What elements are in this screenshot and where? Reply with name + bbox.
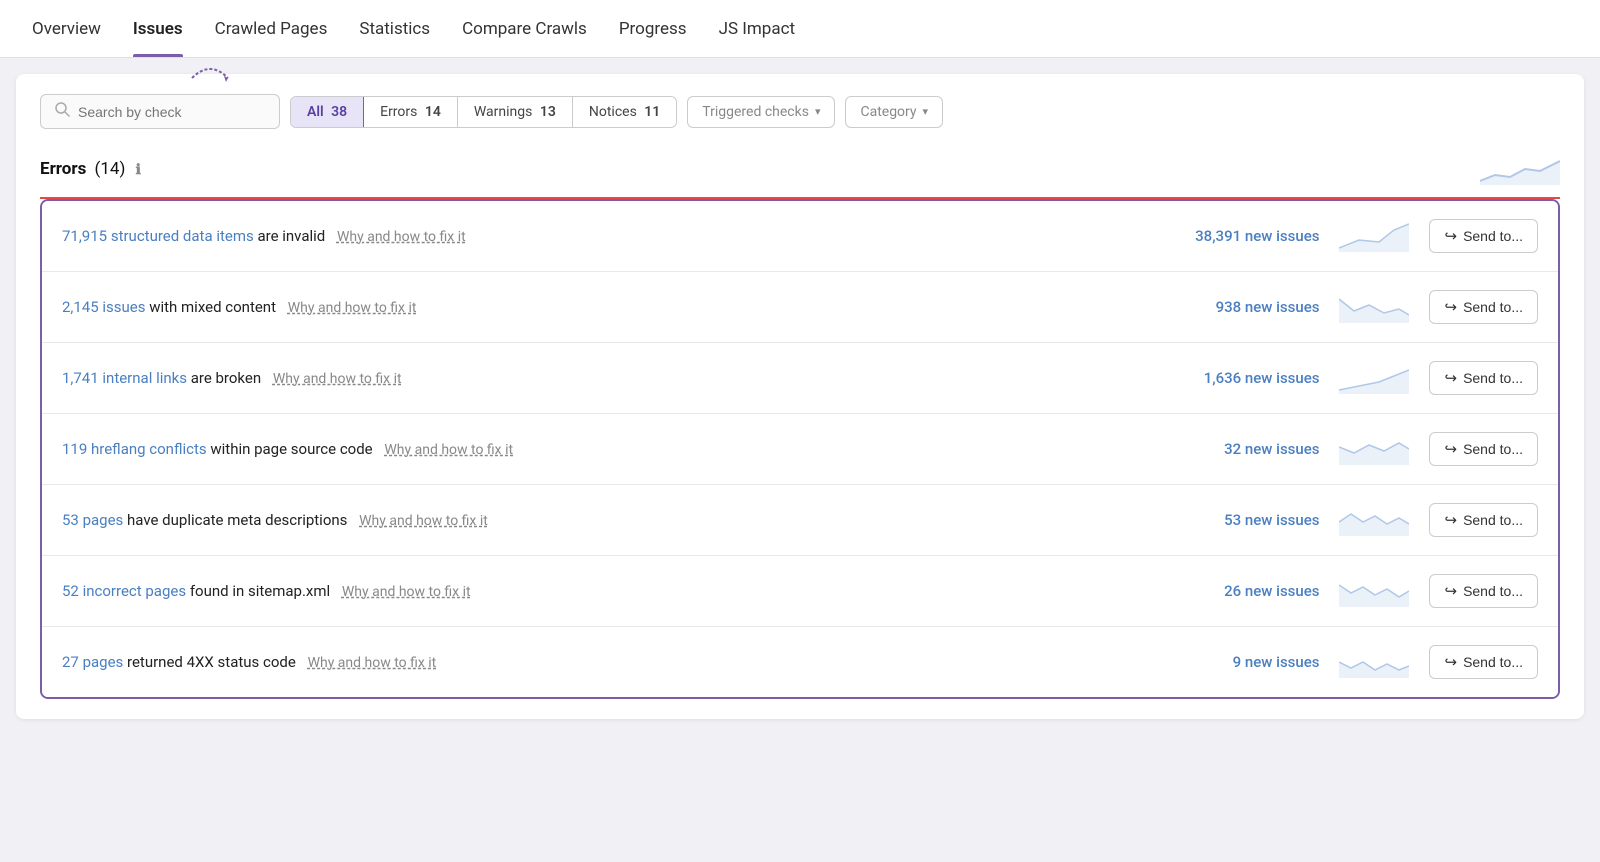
- table-row: 52 incorrect pages found in sitemap.xml …: [42, 556, 1558, 627]
- nav-progress[interactable]: Progress: [619, 1, 687, 57]
- errors-section-header: Errors (14) ℹ: [40, 153, 1560, 199]
- send-icon: ↪: [1444, 511, 1457, 529]
- nav-statistics[interactable]: Statistics: [359, 1, 430, 57]
- trend-chart-internal-links: [1339, 362, 1409, 394]
- fix-link-sitemap[interactable]: Why and how to fix it: [342, 584, 471, 600]
- errors-title: Errors (14) ℹ: [40, 159, 141, 179]
- fix-link-internal-links[interactable]: Why and how to fix it: [273, 371, 402, 387]
- issue-link-internal-links[interactable]: 1,741 internal links: [62, 369, 187, 387]
- new-issues-count: 9 new issues: [1179, 653, 1319, 671]
- send-button-hreflang[interactable]: ↪ Send to...: [1429, 432, 1538, 466]
- nav-swipe-arrow: [188, 60, 232, 82]
- triggered-checks-dropdown[interactable]: Triggered checks ▾: [687, 96, 835, 128]
- trend-chart-meta-desc: [1339, 504, 1409, 536]
- fix-link-mixed-content[interactable]: Why and how to fix it: [288, 300, 417, 316]
- trend-chart-sitemap: [1339, 575, 1409, 607]
- info-icon[interactable]: ℹ: [136, 162, 141, 178]
- nav-overview[interactable]: Overview: [32, 1, 101, 57]
- send-button-4xx[interactable]: ↪ Send to...: [1429, 645, 1538, 679]
- send-button-structured-data[interactable]: ↪ Send to...: [1429, 219, 1538, 253]
- tab-errors[interactable]: Errors 14: [364, 97, 458, 127]
- new-issues-count: 938 new issues: [1179, 298, 1319, 316]
- issue-link-4xx[interactable]: 27 pages: [62, 653, 123, 671]
- table-row: 2,145 issues with mixed content Why and …: [42, 272, 1558, 343]
- search-icon: [55, 102, 70, 121]
- trend-chart-4xx: [1339, 646, 1409, 678]
- table-row: 1,741 internal links are broken Why and …: [42, 343, 1558, 414]
- nav-bar: Overview Issues Crawled Pages Statistics…: [0, 0, 1600, 58]
- tab-notices[interactable]: Notices 11: [573, 97, 676, 127]
- fix-link-hreflang[interactable]: Why and how to fix it: [384, 442, 513, 458]
- trend-chart-hreflang: [1339, 433, 1409, 465]
- trend-chart-mixed-content: [1339, 291, 1409, 323]
- send-button-meta-desc[interactable]: ↪ Send to...: [1429, 503, 1538, 537]
- table-row: 53 pages have duplicate meta description…: [42, 485, 1558, 556]
- nav-crawled-pages[interactable]: Crawled Pages: [215, 1, 328, 57]
- tab-warnings[interactable]: Warnings 13: [458, 97, 573, 127]
- issue-link-meta-desc[interactable]: 53 pages: [62, 511, 123, 529]
- trend-chart-structured-data: [1339, 220, 1409, 252]
- new-issues-count: 38,391 new issues: [1179, 227, 1319, 245]
- issue-link-mixed-content[interactable]: 2,145 issues: [62, 298, 146, 316]
- send-button-sitemap[interactable]: ↪ Send to...: [1429, 574, 1538, 608]
- send-icon: ↪: [1444, 440, 1457, 458]
- nav-js-impact[interactable]: JS Impact: [719, 1, 795, 57]
- fix-link-4xx[interactable]: Why and how to fix it: [308, 655, 437, 671]
- nav-compare-crawls[interactable]: Compare Crawls: [462, 1, 587, 57]
- errors-trend-chart: [1480, 153, 1560, 185]
- issue-link-sitemap[interactable]: 52 incorrect pages: [62, 582, 186, 600]
- filter-tabs: All 38 Errors 14 Warnings 13 Notices 11: [290, 96, 677, 128]
- new-issues-count: 32 new issues: [1179, 440, 1319, 458]
- category-dropdown[interactable]: Category ▾: [845, 96, 943, 128]
- send-icon: ↪: [1444, 653, 1457, 671]
- main-content: All 38 Errors 14 Warnings 13 Notices 11: [16, 74, 1584, 719]
- filter-bar: All 38 Errors 14 Warnings 13 Notices 11: [40, 94, 1560, 129]
- app-container: Overview Issues Crawled Pages Statistics…: [0, 0, 1600, 862]
- issues-list: 71,915 structured data items are invalid…: [40, 199, 1560, 699]
- tab-all[interactable]: All 38: [291, 97, 364, 127]
- search-input[interactable]: [78, 104, 238, 120]
- issue-link-hreflang[interactable]: 119 hreflang conflicts: [62, 440, 207, 458]
- table-row: 119 hreflang conflicts within page sourc…: [42, 414, 1558, 485]
- nav-issues[interactable]: Issues: [133, 1, 183, 57]
- chevron-down-icon: ▾: [815, 105, 821, 118]
- send-button-internal-links[interactable]: ↪ Send to...: [1429, 361, 1538, 395]
- search-box[interactable]: [40, 94, 280, 129]
- fix-link-structured-data[interactable]: Why and how to fix it: [337, 229, 466, 245]
- fix-link-meta-desc[interactable]: Why and how to fix it: [359, 513, 488, 529]
- new-issues-count: 1,636 new issues: [1179, 369, 1319, 387]
- send-button-mixed-content[interactable]: ↪ Send to...: [1429, 290, 1538, 324]
- new-issues-count: 26 new issues: [1179, 582, 1319, 600]
- send-icon: ↪: [1444, 227, 1457, 245]
- send-icon: ↪: [1444, 582, 1457, 600]
- send-icon: ↪: [1444, 369, 1457, 387]
- table-row: 27 pages returned 4XX status code Why an…: [42, 627, 1558, 697]
- chevron-down-icon: ▾: [923, 105, 929, 118]
- send-icon: ↪: [1444, 298, 1457, 316]
- issue-link-structured-data[interactable]: 71,915 structured data items: [62, 227, 254, 245]
- table-row: 71,915 structured data items are invalid…: [42, 201, 1558, 272]
- new-issues-count: 53 new issues: [1179, 511, 1319, 529]
